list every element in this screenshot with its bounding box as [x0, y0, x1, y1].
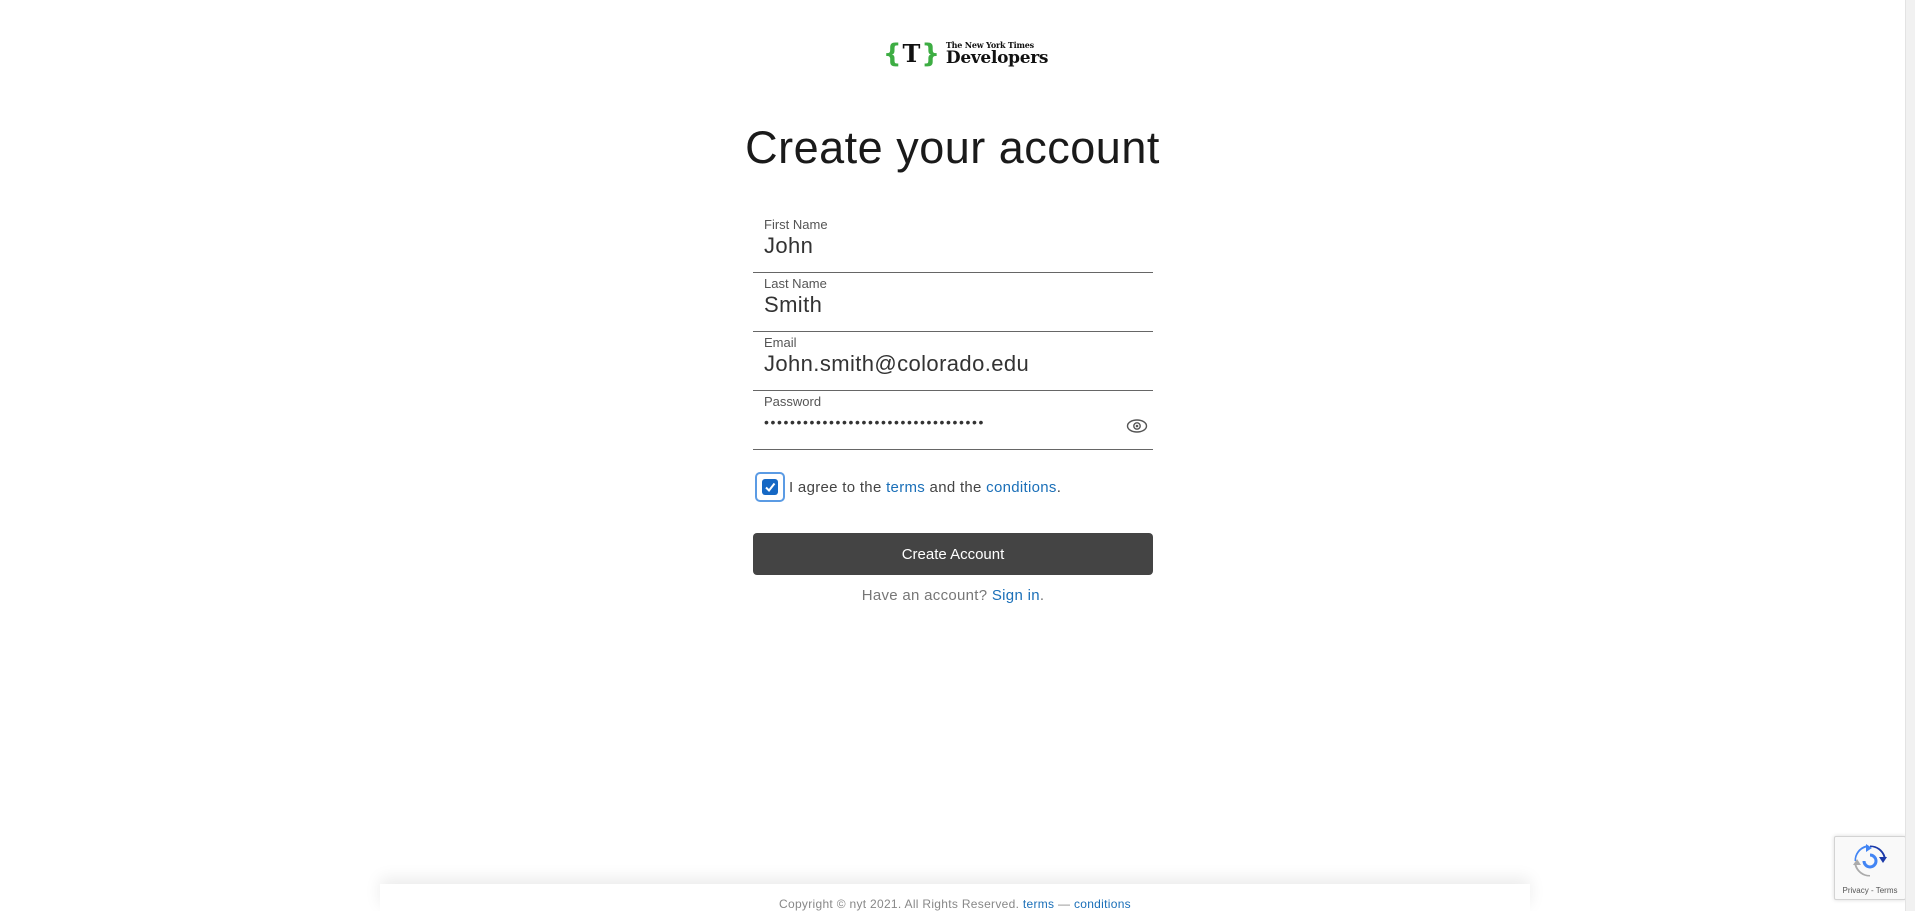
logo-mark: { T } — [883, 38, 940, 70]
agree-prefix: I agree to the — [789, 478, 887, 496]
have-account-row: Have an account? Sign in. — [753, 587, 1153, 604]
last-name-input[interactable] — [764, 292, 1124, 318]
copyright-text: Copyright © nyt 2021. All Rights Reserve… — [779, 897, 1023, 911]
logo-brace-right: } — [921, 39, 940, 69]
logo-product: Developers — [945, 48, 1049, 68]
eye-icon[interactable] — [1126, 418, 1148, 434]
sign-in-suffix: . — [1039, 587, 1045, 604]
footer-terms-link[interactable]: terms — [1023, 897, 1055, 911]
agree-text: I agree to the terms and the conditions. — [789, 479, 1061, 496]
agree-row: I agree to the terms and the conditions. — [753, 470, 1153, 504]
first-name-input[interactable] — [764, 233, 1124, 259]
agree-checkbox[interactable] — [755, 472, 785, 502]
sign-in-link[interactable]: Sign in — [992, 587, 1040, 604]
email-input[interactable] — [764, 351, 1124, 377]
checkbox-checked — [762, 479, 778, 495]
password-input[interactable]: •••••••••••••••••••••••••••••••••• — [764, 414, 1094, 430]
conditions-link[interactable]: conditions — [986, 479, 1057, 496]
first-name-field[interactable]: First Name — [753, 214, 1153, 273]
recaptcha-privacy-link[interactable]: Privacy — [1843, 886, 1869, 895]
recaptcha-links: Privacy - Terms — [1835, 886, 1905, 895]
footer-conditions-link[interactable]: conditions — [1074, 897, 1131, 911]
scrollbar[interactable] — [1905, 0, 1915, 911]
password-field[interactable]: Password •••••••••••••••••••••••••••••••… — [753, 391, 1153, 450]
create-account-button[interactable]: Create Account — [753, 533, 1153, 575]
email-label: Email — [764, 335, 797, 350]
create-account-form: First Name Last Name Email Password ••••… — [753, 214, 1153, 604]
page: { T } The New York Times Developers Crea… — [0, 0, 1915, 911]
first-name-label: First Name — [764, 217, 828, 232]
recaptcha-separator: - — [1868, 886, 1876, 895]
last-name-field[interactable]: Last Name — [753, 273, 1153, 332]
last-name-label: Last Name — [764, 276, 827, 291]
password-label: Password — [764, 394, 822, 409]
email-field[interactable]: Email — [753, 332, 1153, 391]
footer-separator: — — [1054, 897, 1074, 911]
logo-text: The New York Times Developers — [945, 41, 1049, 68]
checkmark-icon — [765, 482, 776, 493]
page-title: Create your account — [745, 122, 1160, 173]
have-account-text: Have an account? — [861, 587, 992, 604]
nyt-developers-logo[interactable]: { T } The New York Times Developers — [883, 38, 1048, 70]
recaptcha-icon — [1852, 843, 1888, 884]
agree-middle: and the — [925, 478, 987, 496]
terms-link[interactable]: terms — [886, 479, 925, 496]
recaptcha-terms-link[interactable]: Terms — [1876, 886, 1898, 895]
agree-suffix: . — [1056, 478, 1062, 496]
logo-t-icon: T — [902, 39, 921, 68]
recaptcha-badge[interactable]: Privacy - Terms — [1834, 836, 1906, 900]
logo-brace-left: { — [883, 39, 902, 69]
footer: Copyright © nyt 2021. All Rights Reserve… — [380, 884, 1530, 911]
footer-text: Copyright © nyt 2021. All Rights Reserve… — [779, 897, 1131, 911]
